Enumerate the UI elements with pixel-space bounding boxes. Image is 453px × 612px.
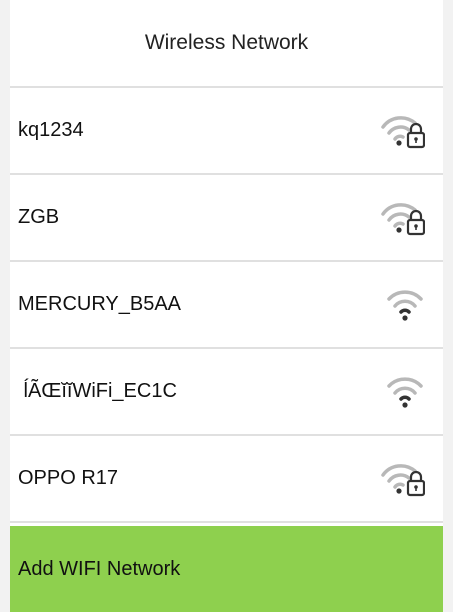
wifi-open-icon (387, 289, 423, 321)
wifi-open-icon (387, 376, 423, 408)
network-row[interactable]: kq1234 (10, 88, 443, 175)
add-wifi-network-label: Add WIFI Network (18, 557, 181, 580)
add-wifi-network-button[interactable]: Add WIFI Network (10, 526, 443, 612)
network-ssid: OPPO R17 (18, 467, 119, 489)
wifi-locked-icon (381, 202, 425, 235)
network-ssid: ZGB (18, 206, 60, 228)
wireless-network-screen: Wireless Network kq1234 ZGB MERCURY_B5AA… (0, 0, 453, 612)
network-row[interactable]: ĺÃŒĭĭWiFi_EC1C (10, 349, 443, 436)
network-row[interactable]: OPPO R17 (10, 436, 443, 523)
network-row[interactable]: ZGB (10, 175, 443, 262)
network-row[interactable]: MERCURY_B5AA (10, 262, 443, 349)
page-title: Wireless Network (10, 0, 443, 88)
network-ssid: kq1234 (18, 119, 84, 141)
network-ssid: MERCURY_B5AA (18, 293, 182, 315)
wifi-locked-icon (381, 115, 425, 148)
network-ssid: ĺÃŒĭĭWiFi_EC1C (18, 380, 177, 402)
wifi-locked-icon (381, 463, 425, 496)
network-list: kq1234 ZGB MERCURY_B5AA ĺÃŒĭĭWiFi_EC1C O… (10, 88, 443, 523)
